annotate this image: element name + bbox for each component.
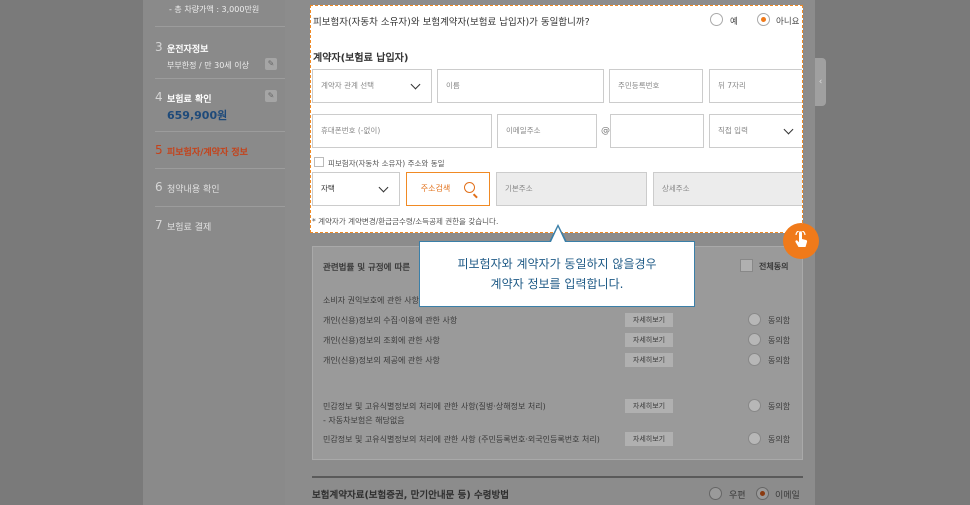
all-agree-checkbox[interactable]: [740, 259, 753, 272]
address-search-button[interactable]: 주소검색: [406, 172, 490, 206]
email-label: 이메일: [775, 491, 800, 501]
mail-radio[interactable]: [709, 487, 722, 500]
agree-radio[interactable]: [748, 333, 761, 346]
email-domain-input[interactable]: [610, 114, 704, 148]
agree-label: 동의함: [768, 356, 791, 365]
detail-button[interactable]: 자세히보기: [625, 432, 673, 446]
dimmed-left-area: [0, 0, 143, 505]
detail-button[interactable]: 자세히보기: [625, 399, 673, 413]
email-radio[interactable]: [756, 487, 769, 500]
tooltip-line: 계약자 정보를 입력합니다.: [490, 277, 624, 291]
agree-radio[interactable]: [748, 399, 761, 412]
consumer-protection-label: 소비자 권익보호에 관한 사항: [323, 296, 419, 305]
step-title: 보험료 결제: [167, 223, 212, 233]
terms-item: 개인(신용)정보의 제공에 관한 사항: [323, 356, 440, 365]
email-id-input[interactable]: 이메일주소: [497, 114, 597, 148]
dimmed-right-area: [815, 0, 970, 505]
edit-icon[interactable]: ✎: [265, 58, 277, 70]
divider: [155, 168, 293, 169]
sidebar-step-insured-info[interactable]: 5 피보험자/계약자 정보: [155, 143, 277, 159]
terms-header: 관련법률 및 규정에 따른: [323, 263, 411, 273]
email-at-sign: @: [601, 126, 610, 136]
step-number: 7: [155, 218, 163, 232]
agree-radio[interactable]: [748, 432, 761, 445]
email-domain-select[interactable]: 직접 입력: [709, 114, 802, 148]
tooltip-line: 피보험자와 계약자가 동일하지 않을경우: [457, 257, 657, 271]
agree-radio[interactable]: [748, 313, 761, 326]
panel-toggle-handle[interactable]: ‹: [815, 58, 826, 106]
step-title: 청약내용 확인: [167, 185, 220, 195]
same-no-radio[interactable]: [757, 13, 770, 26]
same-person-question: 피보험자(자동차 소유자)와 보험계약자(보험료 납입자)가 동일합니까?: [313, 17, 590, 28]
mail-label: 우편: [729, 491, 746, 501]
step-title: 보험료 확인: [167, 95, 212, 105]
name-input[interactable]: 이름: [437, 69, 604, 103]
agree-label: 동의함: [768, 316, 791, 325]
agree-label: 동의함: [768, 435, 791, 444]
address-search-label: 주소검색: [420, 184, 451, 193]
terms-item: 민감정보 및 고유식별정보의 처리에 관한 사항(질병·상해정보 처리): [323, 402, 546, 411]
step-number: 5: [155, 143, 163, 157]
premium-price: 659,900원: [167, 109, 228, 122]
contractor-info-form: 피보험자(자동차 소유자)와 보험계약자(보험료 납입자)가 동일합니까? 예 …: [310, 5, 803, 233]
terms-item: 개인(신용)정보의 조회에 관한 사항: [323, 336, 440, 345]
sidebar-step-driver[interactable]: 3 운전자정보 부부한정 / 만 30세 이상 ✎: [155, 40, 277, 80]
agree-label: 동의함: [768, 336, 791, 345]
rrn-front-input[interactable]: 주민등록번호: [609, 69, 703, 103]
divider: [155, 26, 293, 27]
detail-button[interactable]: 자세히보기: [625, 313, 673, 327]
same-address-label: 피보험자(자동차 소유자) 주소와 동일: [328, 159, 445, 168]
search-icon: [464, 182, 476, 193]
all-agree-label: 전체동의: [759, 262, 789, 271]
delivery-method-question: 보험계약자료(보험증권, 만기안내문 등) 수령방법: [312, 490, 510, 501]
terms-item: 개인(신용)정보의 수집·이용에 관한 사항: [323, 316, 458, 325]
step-title: 운전자정보: [167, 45, 209, 55]
contractor-section-title: 계약자(보험료 납입자): [313, 53, 409, 64]
sidebar-step-payment[interactable]: 7 보험료 결제: [155, 218, 277, 234]
step-sidebar: - 총 차량가액 : 3,000만원 3 운전자정보 부부한정 / 만 30세 …: [143, 0, 293, 505]
step-number: 6: [155, 180, 163, 194]
sidebar-step-premium[interactable]: 4 보험료 확인 659,900원 ✎: [155, 90, 277, 126]
touch-hand-icon[interactable]: [783, 223, 819, 259]
contractor-note: * 계약자가 계약변경/환급금수령/소득공제 권한을 갖습니다.: [312, 217, 499, 226]
same-no-label: 아니요: [776, 17, 800, 27]
agree-radio[interactable]: [748, 353, 761, 366]
agree-label: 동의함: [768, 402, 791, 411]
step-number: 3: [155, 40, 163, 54]
terms-item: 민감정보 및 고유식별정보의 처리에 관한 사항 (주민등록번호·외국인등록번호…: [323, 435, 600, 444]
detail-button[interactable]: 자세히보기: [625, 353, 673, 367]
same-yes-label: 예: [730, 17, 738, 27]
vehicle-value-note: - 총 차량가액 : 3,000만원: [169, 5, 260, 14]
detail-address-input[interactable]: 상세주소: [653, 172, 802, 206]
divider: [155, 131, 293, 132]
terms-item-note: - 자동차보험은 해당없음: [323, 416, 405, 425]
divider: [155, 78, 293, 79]
address-type-select[interactable]: 자택: [312, 172, 400, 206]
relation-select[interactable]: 계약자 관계 선택: [312, 69, 432, 103]
rrn-back-input[interactable]: 뒤 7자리: [709, 69, 802, 103]
section-divider: [312, 476, 803, 478]
tooltip-arrow-fill: [551, 227, 565, 242]
same-address-checkbox[interactable]: [314, 157, 324, 167]
sidebar-step-review[interactable]: 6 청약내용 확인: [155, 180, 277, 196]
phone-input[interactable]: 휴대폰번호 (-없이): [312, 114, 492, 148]
edit-icon[interactable]: ✎: [265, 90, 277, 102]
step-subtitle: 부부한정 / 만 30세 이상: [167, 61, 249, 70]
divider: [155, 206, 293, 207]
guide-tooltip: 피보험자와 계약자가 동일하지 않을경우 계약자 정보를 입력합니다.: [419, 241, 695, 307]
base-address-input[interactable]: 기본주소: [496, 172, 647, 206]
same-yes-radio[interactable]: [710, 13, 723, 26]
step-number: 4: [155, 90, 163, 104]
step-title: 피보험자/계약자 정보: [167, 148, 248, 158]
detail-button[interactable]: 자세히보기: [625, 333, 673, 347]
